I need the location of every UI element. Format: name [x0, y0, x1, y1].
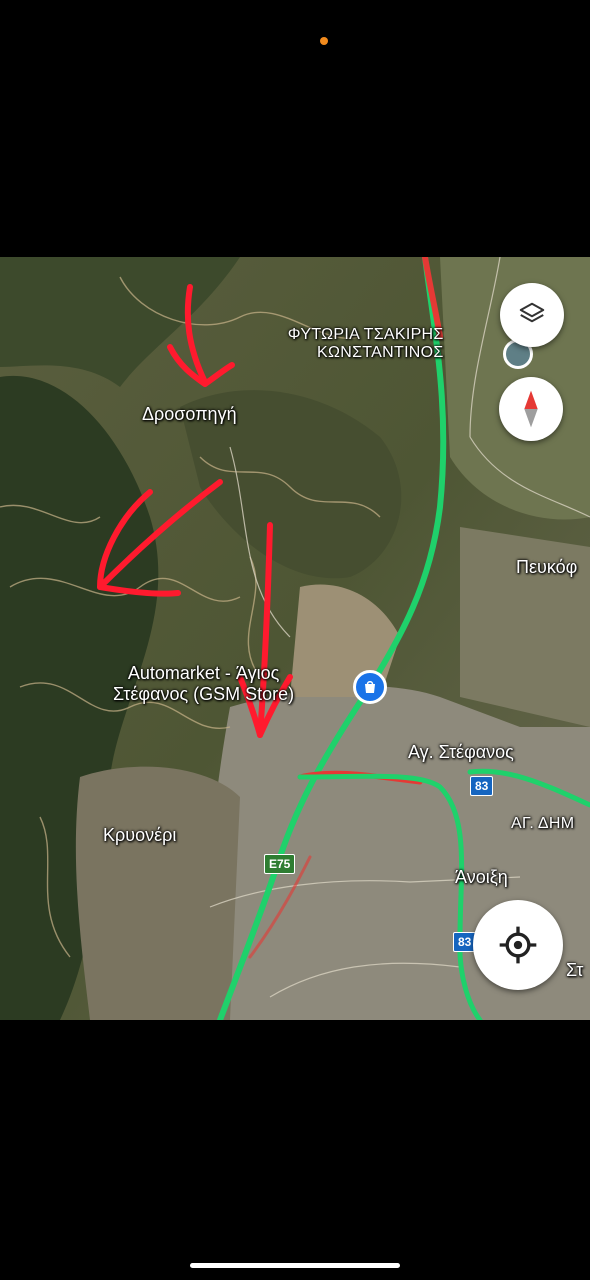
label-automarket-line2: Στέφανος (GSM Store) [113, 684, 295, 704]
my-location-button[interactable] [473, 900, 563, 990]
label-kryoneri: Κρυονέρι [103, 825, 177, 845]
route-shield-83-top: 83 [470, 776, 494, 796]
compass-icon [524, 390, 538, 428]
layers-button[interactable] [500, 283, 564, 347]
home-indicator[interactable] [190, 1263, 400, 1268]
label-nursery-line2: ΚΩΝΣΤΑΝΤΙΝΟΣ [317, 344, 444, 361]
label-automarket-line1: Automarket - Άγιος [127, 663, 280, 683]
map-view[interactable]: ΦΥΤΩΡΙΑ ΤΣΑΚΙΡΗΣ ΚΩΝΣΤΑΝΤΙΝΟΣ Δροσοπηγή … [0, 257, 590, 1020]
label-nursery: ΦΥΤΩΡΙΑ ΤΣΑΚΙΡΗΣ ΚΩΝΣΤΑΝΤΙΝΟΣ [281, 326, 444, 362]
label-ag-stefanos: Αγ. Στέφανος [408, 742, 514, 762]
label-ag-dim: ΑΓ. ΔΗΜ [511, 815, 575, 832]
status-indicator-dot [320, 37, 328, 45]
label-st: Στ [566, 960, 584, 980]
shopping-bag-icon[interactable] [353, 670, 387, 704]
label-anoixi: Άνοιξη [455, 867, 508, 887]
label-drosopigi: Δροσοπηγή [142, 404, 237, 424]
layers-icon [519, 302, 545, 323]
label-pefkofyto: Πευκόφ [516, 557, 578, 577]
route-shield-e75: E75 [264, 854, 296, 874]
label-automarket: Automarket - Άγιος Στέφανος (GSM Store) [113, 663, 294, 705]
label-nursery-line1: ΦΥΤΩΡΙΑ ΤΣΑΚΙΡΗΣ [287, 326, 444, 343]
my-location-icon [499, 926, 537, 964]
compass-button[interactable] [499, 377, 563, 441]
